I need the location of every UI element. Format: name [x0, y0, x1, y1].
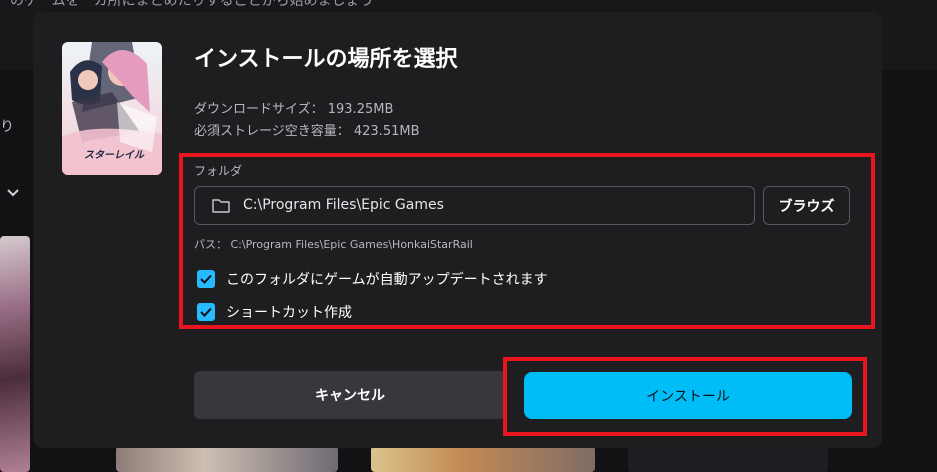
game-cover-art: スターレイル — [62, 42, 162, 175]
chevron-down-icon[interactable] — [4, 184, 22, 202]
background-game-art[interactable] — [116, 446, 338, 472]
dialog-title: インストールの場所を選択 — [194, 47, 458, 72]
background-banner-text: のゲームを一カ所にまとめたりすることから始めましょう — [10, 0, 374, 9]
game-logo-text: スターレイル — [84, 150, 144, 161]
background-game-art[interactable] — [371, 446, 595, 472]
download-size: ダウンロードサイズ： 193.25MB — [194, 102, 394, 117]
cancel-button[interactable]: キャンセル — [194, 371, 506, 419]
folder-options-highlight — [179, 153, 875, 329]
background-game-art[interactable] — [628, 446, 828, 472]
background-side-text: り — [0, 119, 14, 135]
install-button-highlight — [503, 357, 867, 436]
background-game-art[interactable] — [0, 236, 30, 472]
required-storage: 必須ストレージ空き容量： 423.51MB — [194, 124, 420, 139]
